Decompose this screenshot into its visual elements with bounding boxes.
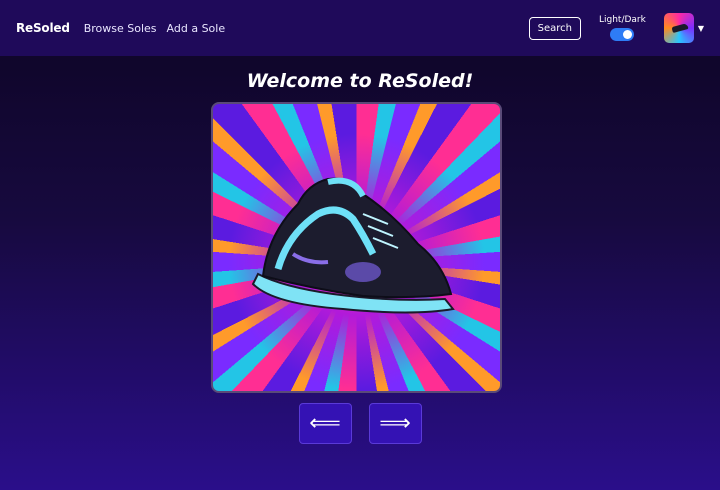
theme-toggle-group: Light/Dark: [599, 15, 646, 41]
avatar[interactable]: [663, 13, 694, 43]
carousel-controls: ⟸ ⟹: [0, 403, 720, 444]
sneaker-carousel-image: [211, 102, 502, 393]
search-button[interactable]: Search: [528, 16, 581, 40]
brand-link[interactable]: ReSoled: [16, 21, 70, 35]
theme-toggle-label: Light/Dark: [598, 15, 646, 25]
nav-add-a-sole[interactable]: Add a Sole: [167, 22, 226, 35]
caret-down-icon[interactable]: ▼: [698, 24, 704, 33]
toggle-knob: [623, 30, 633, 39]
navbar: ReSoled Browse Soles Add a Sole Search L…: [0, 0, 720, 56]
theme-toggle-switch[interactable]: [610, 28, 635, 41]
nav-browse-soles[interactable]: Browse Soles: [84, 22, 157, 35]
next-button[interactable]: ⟹: [368, 403, 422, 444]
page-title: Welcome to ReSoled!: [246, 70, 474, 92]
previous-button[interactable]: ⟸: [298, 403, 352, 444]
sneaker-image: [251, 177, 455, 314]
